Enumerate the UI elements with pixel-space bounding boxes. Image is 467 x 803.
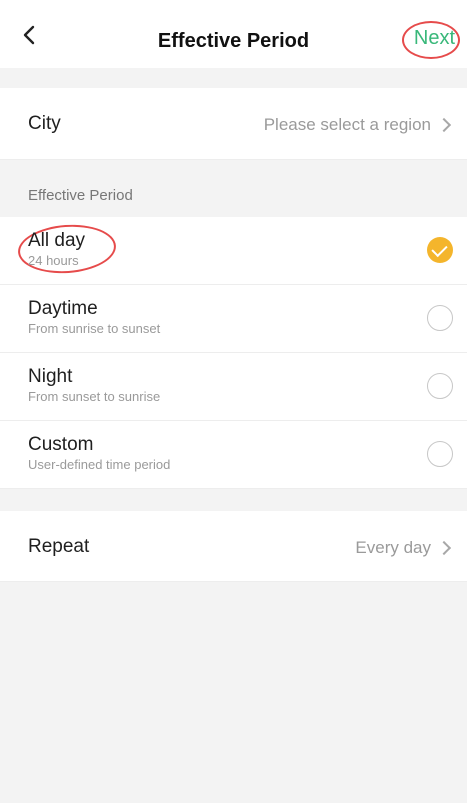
option-subtitle: From sunrise to sunset — [28, 321, 161, 336]
radio-empty-icon[interactable] — [427, 441, 453, 467]
repeat-row[interactable]: Repeat Every day — [0, 511, 467, 582]
chevron-right-icon — [436, 540, 452, 556]
check-circle-icon[interactable] — [427, 237, 453, 263]
option-daytime[interactable]: Daytime From sunrise to sunset — [0, 285, 467, 353]
page-title: Effective Period — [157, 30, 310, 52]
option-subtitle: User-defined time period — [28, 457, 171, 472]
option-title: Custom — [28, 434, 94, 455]
effective-period-section-header: Effective Period — [0, 160, 467, 217]
screen: Effective Period Next City Please select… — [0, 0, 467, 803]
city-value: Please select a region — [263, 115, 431, 134]
city-row[interactable]: City Please select a region — [0, 88, 467, 160]
chevron-right-icon — [436, 117, 452, 133]
checkmark-icon — [431, 240, 448, 258]
next-button[interactable]: Next — [414, 26, 455, 50]
option-title: Night — [28, 366, 73, 387]
city-value-group: Please select a region — [263, 115, 452, 135]
option-title: Daytime — [28, 298, 98, 319]
option-all-day[interactable]: All day 24 hours — [0, 217, 467, 285]
option-night[interactable]: Night From sunset to sunrise — [0, 353, 467, 421]
section-header-label: Effective Period — [28, 187, 133, 204]
navigation-bar: Effective Period Next — [0, 0, 467, 69]
radio-empty-icon[interactable] — [427, 373, 453, 399]
option-subtitle: 24 hours — [28, 253, 79, 268]
status-strip — [0, 0, 467, 6]
option-custom[interactable]: Custom User-defined time period — [0, 421, 467, 489]
city-label: City — [28, 113, 61, 134]
section-spacer — [0, 489, 467, 511]
repeat-value: Every day — [355, 538, 431, 557]
option-title: All day — [28, 230, 86, 251]
repeat-label: Repeat — [28, 536, 90, 557]
empty-background — [0, 582, 467, 803]
section-spacer — [0, 68, 467, 88]
radio-empty-icon[interactable] — [427, 305, 453, 331]
repeat-value-group: Every day — [355, 538, 452, 558]
option-subtitle: From sunset to sunrise — [28, 389, 161, 404]
